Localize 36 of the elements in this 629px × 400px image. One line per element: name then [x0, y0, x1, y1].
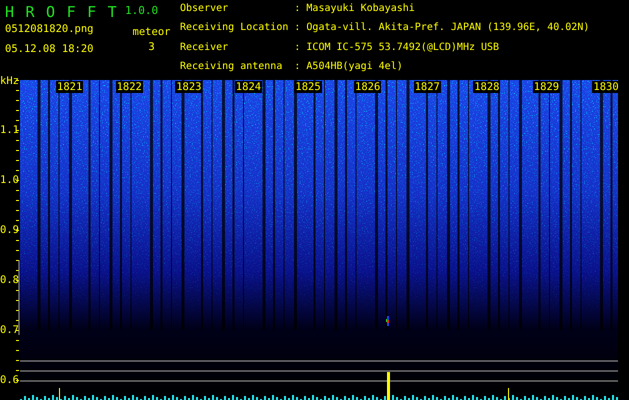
info-separator: : [294, 3, 300, 16]
axis-label: 1.1 [0, 124, 19, 136]
info-label: Receiver [180, 42, 230, 54]
axis-label: 0.9 [0, 224, 19, 236]
info-value: ICOM IC-575 53.7492(@LCD)MHz USB [306, 42, 500, 54]
axis-label: 1.0 [0, 174, 19, 186]
axis-label: 0.7 [0, 324, 19, 336]
info-separator: : [294, 42, 300, 54]
meteor-label: meteor [132, 26, 170, 39]
time-label: 1826 [354, 81, 382, 93]
info-value: A504HB(yagi 4el) [306, 60, 404, 74]
meteor-count: 3 [148, 41, 155, 54]
axis-label: 0.8 [0, 274, 19, 286]
time-label: 1830 [592, 81, 620, 93]
info-label: Receiving antenna [180, 60, 284, 74]
time-label: 1823 [175, 81, 202, 93]
app-title: HROFFT [5, 3, 123, 21]
info-label: Observer [180, 3, 230, 16]
info-value: Ogata-vill. Akita-Pref. JAPAN (139.96E, 40.02N) [306, 22, 590, 36]
time-label: 1822 [116, 81, 143, 93]
info-value: Masayuki Kobayashi [306, 3, 416, 16]
time-label: 1825 [294, 81, 322, 93]
time-label: 1824 [234, 81, 262, 93]
axis-unit: kHz [0, 75, 19, 87]
meteor-echo-drawing [386, 316, 389, 326]
info-separator: : [294, 60, 300, 74]
time-label: 1829 [532, 81, 560, 93]
info-label: Receiving Location [180, 22, 288, 36]
file-name: 0512081820.png [5, 23, 95, 36]
time-label: 1828 [473, 81, 500, 93]
version-label: 1.0.0 [125, 3, 158, 19]
info-separator: : [294, 22, 300, 36]
time-label: 1827 [414, 81, 441, 93]
date-time: 05.12.08 18:20 [5, 43, 95, 56]
time-label: 1821 [56, 81, 84, 93]
axis-label: 0.6 [0, 374, 19, 386]
